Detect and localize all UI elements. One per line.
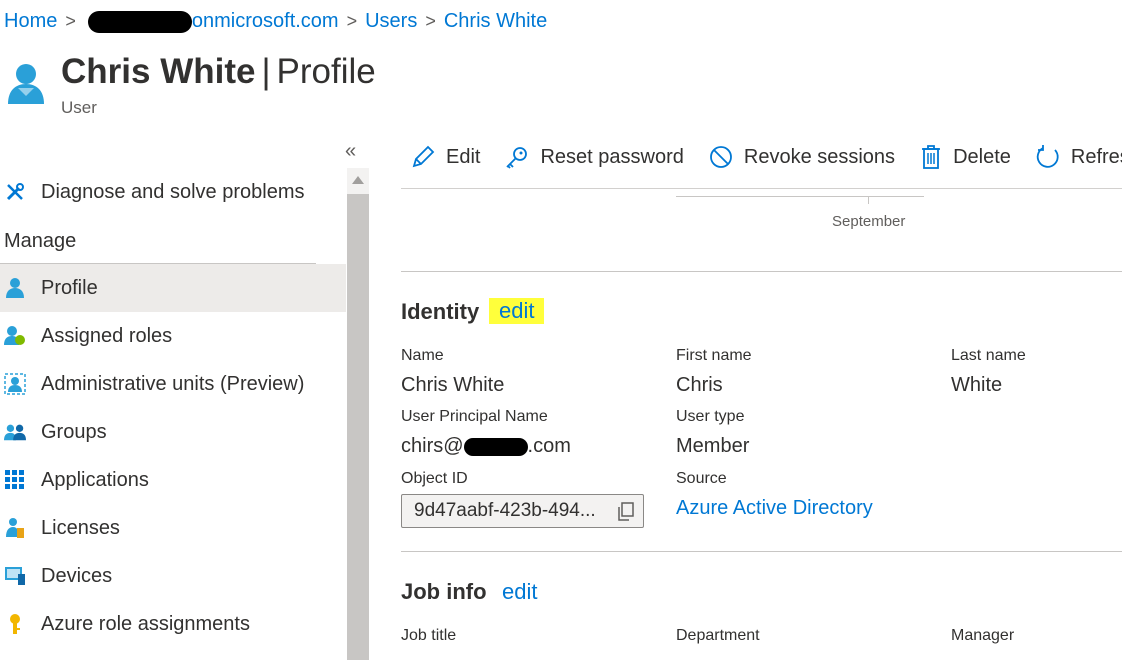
breadcrumb-users-link[interactable]: Users	[365, 10, 417, 33]
user-icon	[4, 277, 26, 299]
groups-icon	[4, 421, 26, 443]
sidebar-item-assigned-roles[interactable]: Assigned roles	[0, 312, 346, 360]
copy-icon[interactable]	[617, 502, 635, 528]
command-toolbar: Edit Reset password Revoke sessions Dele…	[410, 144, 1122, 170]
page-title: Chris White | Profile	[61, 52, 376, 92]
chart-axis-line	[676, 196, 924, 197]
first-name-label: First name	[676, 347, 752, 364]
key-outline-icon	[506, 147, 528, 169]
sidebar-item-label: Groups	[41, 420, 107, 443]
sidebar-item-profile[interactable]: Profile	[0, 264, 346, 312]
toolbar-divider	[401, 188, 1122, 189]
name-label: Name	[401, 347, 444, 364]
breadcrumb-chevron-icon: >	[425, 11, 436, 31]
identity-section-title: Identity	[401, 299, 480, 324]
page-title-name: Chris White	[61, 52, 256, 91]
sidebar-item-label: Profile	[41, 276, 98, 299]
section-divider	[401, 271, 1122, 272]
reset-password-button[interactable]: Reset password	[504, 144, 684, 170]
sidebar: Diagnose and solve problems Manage Profi…	[0, 168, 346, 648]
admin-units-icon	[4, 373, 26, 395]
revoke-sessions-label: Revoke sessions	[743, 145, 896, 168]
object-id-field[interactable]: 9d47aabf-423b-494...	[401, 494, 644, 528]
scroll-up-arrow-icon[interactable]	[352, 176, 364, 184]
sidebar-item-label: Administrative units (Preview)	[41, 372, 305, 395]
delete-button[interactable]: Delete	[919, 144, 1011, 170]
chart-month-label: September	[832, 213, 906, 230]
breadcrumb-chevron-icon: >	[346, 11, 358, 31]
job-info-edit-link[interactable]: edit	[502, 579, 537, 605]
sidebar-section-manage: Manage	[0, 216, 316, 264]
source-link[interactable]: Azure Active Directory	[676, 497, 873, 520]
redacted-domain	[463, 437, 528, 456]
page-title-section: Profile	[276, 52, 376, 91]
upn-label: User Principal Name	[401, 408, 548, 425]
sidebar-item-azure-role-assignments[interactable]: Azure role assignments	[0, 600, 346, 648]
name-value: Chris White	[401, 374, 505, 396]
source-label: Source	[676, 470, 727, 487]
upn-suffix: .com	[527, 435, 571, 457]
object-id-label: Object ID	[401, 470, 468, 487]
block-icon	[709, 146, 732, 168]
delete-label: Delete	[953, 145, 1011, 168]
breadcrumb-chevron-icon: >	[65, 11, 76, 31]
last-name-value: White	[951, 374, 1003, 396]
job-title-label: Job title	[401, 627, 457, 644]
licenses-icon	[4, 517, 26, 539]
key-icon	[4, 613, 26, 635]
sidebar-scrollbar[interactable]	[347, 168, 369, 660]
sidebar-item-devices[interactable]: Devices	[0, 552, 346, 600]
breadcrumb: Home > onmicrosoft.com > Users > Chris W…	[4, 10, 547, 33]
sidebar-item-admin-units[interactable]: Administrative units (Preview)	[0, 360, 346, 408]
sidebar-item-label: Licenses	[41, 516, 120, 539]
chart-axis-tick	[868, 196, 869, 204]
sidebar-item-label: Assigned roles	[41, 324, 173, 347]
applications-grid-icon	[4, 469, 26, 491]
refresh-label: Refresh	[1070, 145, 1122, 168]
sidebar-item-label: Applications	[41, 468, 149, 491]
revoke-sessions-button[interactable]: Revoke sessions	[708, 144, 895, 170]
wrench-screwdriver-icon	[4, 181, 26, 203]
scrollbar-thumb[interactable]	[347, 194, 369, 660]
breadcrumb-home-link[interactable]: Home	[4, 10, 57, 33]
sidebar-item-label: Diagnose and solve problems	[41, 180, 305, 203]
refresh-icon	[1036, 145, 1059, 168]
breadcrumb-current-link[interactable]: Chris White	[444, 10, 547, 33]
sidebar-item-licenses[interactable]: Licenses	[0, 504, 346, 552]
user-avatar-icon	[6, 62, 46, 111]
section-divider	[401, 551, 1122, 552]
sidebar-item-groups[interactable]: Groups	[0, 408, 346, 456]
sidebar-item-label: Devices	[41, 564, 113, 587]
refresh-button[interactable]: Refresh	[1035, 144, 1122, 170]
page-subtitle: User	[61, 98, 97, 117]
upn-value: chirs@ .com	[401, 435, 571, 458]
edit-button-label: Edit	[446, 145, 481, 168]
page-title-separator: |	[261, 52, 271, 91]
redacted-tenant-name	[87, 10, 192, 33]
first-name-value: Chris	[676, 374, 723, 396]
pencil-icon	[412, 145, 435, 168]
user-type-value: Member	[676, 435, 750, 457]
sidebar-item-label: Azure role assignments	[41, 612, 250, 635]
sidebar-item-applications[interactable]: Applications	[0, 456, 346, 504]
devices-icon	[4, 565, 26, 587]
collapse-sidebar-button[interactable]: «	[345, 140, 356, 163]
sidebar-item-diagnose[interactable]: Diagnose and solve problems	[0, 168, 346, 216]
breadcrumb-tenant-link[interactable]: onmicrosoft.com	[192, 10, 339, 33]
trash-icon	[922, 145, 941, 169]
manager-label: Manager	[951, 627, 1015, 644]
assigned-roles-icon	[4, 325, 26, 347]
edit-button[interactable]: Edit	[410, 144, 480, 170]
user-type-label: User type	[676, 408, 745, 425]
job-info-section-title: Job info	[401, 579, 487, 604]
upn-prefix: chirs@	[401, 435, 464, 457]
object-id-value: 9d47aabf-423b-494...	[414, 500, 596, 521]
identity-edit-link[interactable]: edit	[489, 298, 545, 324]
department-label: Department	[676, 627, 760, 644]
last-name-label: Last name	[951, 347, 1026, 364]
reset-password-label: Reset password	[540, 145, 684, 168]
